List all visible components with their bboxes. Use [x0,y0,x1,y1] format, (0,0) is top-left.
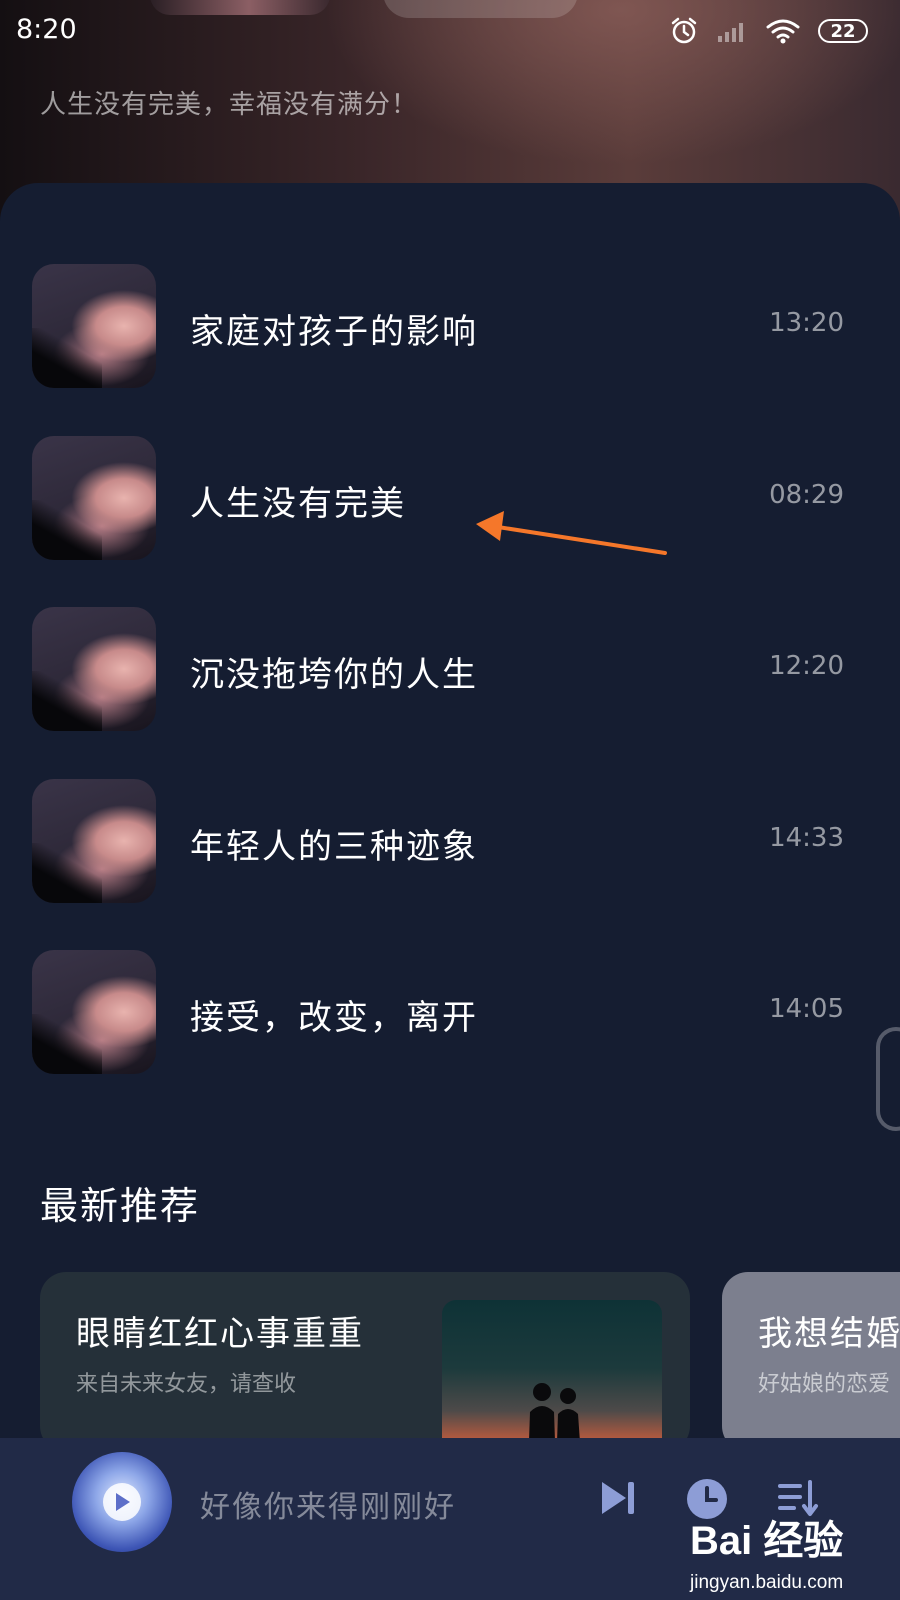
header-thumbnail-partial[interactable] [150,0,330,15]
play-icon [116,1493,130,1511]
recommend-card-subtitle: 来自未来女友，请查收 [76,1372,297,1397]
song-thumbnail [32,950,156,1074]
song-row[interactable]: 年轻人的三种迹象 14:33 [0,779,900,903]
couple-silhouette-icon [474,1383,609,1452]
song-duration: 14:33 [769,823,844,853]
side-drawer-handle[interactable] [876,1027,900,1131]
song-title: 人生没有完美 [190,484,406,524]
song-row[interactable]: 家庭对孩子的影响 13:20 [0,264,900,388]
player-cover-art[interactable] [72,1452,172,1552]
alarm-icon [671,17,697,44]
header-subtitle: 人生没有完美，幸福没有满分！ [40,90,419,120]
recommend-card-image [442,1300,662,1452]
song-title: 年轻人的三种迹象 [190,827,478,867]
now-playing-title: 好像你来得刚刚好 [200,1490,456,1525]
status-icons: 22 [670,14,868,48]
song-duration: 08:29 [769,480,844,510]
baidu-jingyan-watermark: Bai 经验 jingyan.baidu.com [690,1488,890,1600]
song-duration: 14:05 [769,994,844,1024]
signal-icon [718,23,743,42]
song-thumbnail [32,264,156,388]
header-button-partial[interactable] [383,0,578,18]
recommend-card-subtitle: 好姑娘的恋爱 [758,1372,891,1397]
song-title: 接受，改变，离开 [190,998,478,1038]
song-row[interactable]: 沉没拖垮你的人生 12:20 [0,607,900,731]
play-button[interactable] [103,1483,141,1521]
watermark-brand: Bai 经验 [690,1519,844,1563]
section-title-recommend: 最新推荐 [40,1184,201,1228]
song-title: 沉没拖垮你的人生 [190,655,478,695]
song-duration: 13:20 [769,308,844,338]
song-thumbnail [32,779,156,903]
song-title: 家庭对孩子的影响 [190,312,478,352]
song-duration: 12:20 [769,651,844,681]
battery-indicator: 22 [818,19,868,43]
status-time: 8:20 [16,14,77,45]
recommend-card-title: 我想结婚 [758,1314,900,1354]
song-row[interactable]: 人生没有完美 08:29 [0,436,900,560]
wifi-icon [766,19,800,44]
recommend-card[interactable]: 我想结婚 好姑娘的恋爱 [722,1272,900,1452]
watermark-url: jingyan.baidu.com [690,1572,844,1593]
recommend-card[interactable]: 眼睛红红心事重重 来自未来女友，请查收 [40,1272,690,1452]
song-thumbnail [32,436,156,560]
song-row[interactable]: 接受，改变，离开 14:05 [0,950,900,1074]
song-thumbnail [32,607,156,731]
next-track-icon[interactable] [598,1478,638,1518]
recommend-card-title: 眼睛红红心事重重 [76,1314,364,1354]
annotation-arrow-icon [476,511,667,555]
